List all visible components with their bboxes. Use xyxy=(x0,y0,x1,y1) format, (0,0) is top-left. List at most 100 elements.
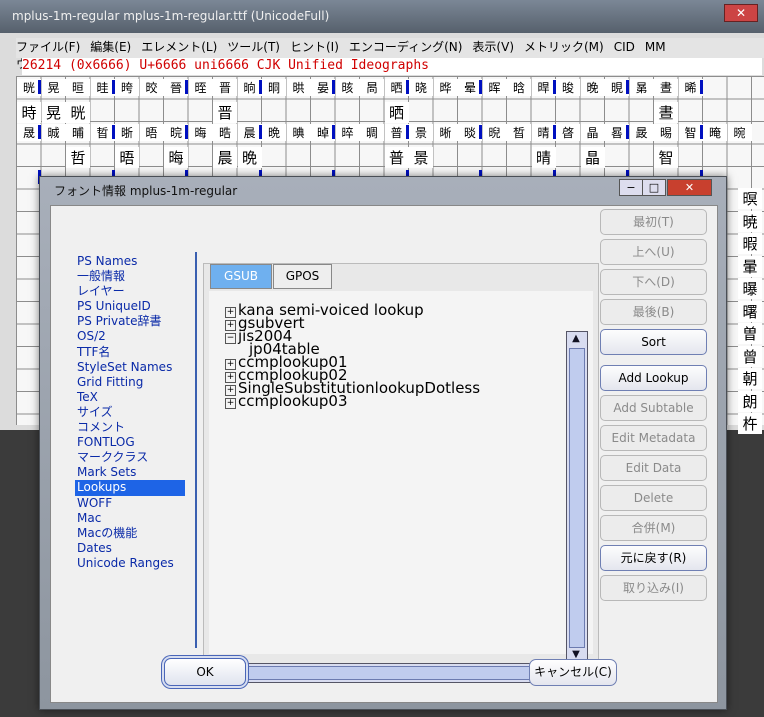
glyph-label: 晣 xyxy=(115,124,139,141)
tab-gsub[interactable]: GSUB xyxy=(210,264,272,289)
glyph-cell[interactable]: 晴 xyxy=(531,146,556,168)
glyph-cell[interactable]: 哲 xyxy=(66,146,90,168)
close-icon[interactable]: ✕ xyxy=(667,179,712,196)
glyph-cell[interactable]: 晦 xyxy=(164,146,188,168)
menu-item[interactable]: ヒント(I) xyxy=(290,38,339,55)
glyph-cell[interactable]: 暇 xyxy=(738,233,762,254)
category-item[interactable]: Unicode Ranges xyxy=(75,556,185,571)
glyph-cell[interactable]: 朗 xyxy=(738,390,762,412)
glyph-label: 晔 xyxy=(433,79,458,96)
glyph-label: 晦 xyxy=(188,124,213,141)
main-window-titlebar[interactable]: mplus-1m-regular mplus-1m-regular.ttf (U… xyxy=(0,0,764,33)
expand-icon[interactable]: + xyxy=(225,398,236,409)
menu-item[interactable]: エンコーディング(N) xyxy=(349,38,463,55)
glyph-cell[interactable]: 曙 xyxy=(738,300,762,322)
category-item[interactable]: レイヤー xyxy=(75,284,185,299)
category-item[interactable]: PS Names xyxy=(75,254,185,269)
glyph-cell[interactable]: 曝 xyxy=(738,278,762,299)
category-item[interactable]: TeX xyxy=(75,390,185,405)
menu-item[interactable]: MM xyxy=(645,40,666,54)
glyph-cell[interactable]: 杵 xyxy=(738,413,762,434)
category-item[interactable]: TTF名 xyxy=(75,345,185,360)
tab-gpos[interactable]: GPOS xyxy=(273,264,332,289)
glyph-cell[interactable]: 晩 xyxy=(237,146,262,168)
lookup-action-button[interactable]: Delete xyxy=(600,485,707,511)
glyph-marker xyxy=(552,125,556,139)
scroll-up-icon[interactable]: ▲ xyxy=(569,333,583,345)
collapse-icon[interactable]: − xyxy=(225,333,236,344)
lookup-action-button[interactable]: Edit Data xyxy=(600,455,707,481)
menu-item[interactable]: エレメント(L) xyxy=(141,38,217,55)
category-item[interactable]: PS Private辞書 xyxy=(75,314,185,329)
glyph-cell[interactable]: 晤 xyxy=(115,146,139,168)
menu-item[interactable]: 表示(V) xyxy=(472,38,514,55)
glyph-label: 晭 xyxy=(360,124,384,141)
lookup-action-button[interactable]: 元に戻す(R) xyxy=(600,545,707,571)
glyph-cell[interactable]: 晄 xyxy=(66,101,90,123)
category-item[interactable]: 一般情報 xyxy=(75,269,185,284)
lookup-action-button[interactable]: 上へ(U) xyxy=(600,239,707,265)
lookup-action-button[interactable]: 下へ(D) xyxy=(600,269,707,295)
cancel-button[interactable]: キャンセル(C) xyxy=(529,659,617,686)
category-item[interactable]: FONTLOG xyxy=(75,435,185,450)
category-item[interactable]: WOFF xyxy=(75,496,185,511)
glyph-cell[interactable]: 暝 xyxy=(738,188,762,209)
glyph-cell[interactable]: 普 xyxy=(384,146,409,168)
category-item[interactable]: Lookups xyxy=(75,480,185,496)
category-item[interactable]: PS UniqueID xyxy=(75,299,185,314)
category-item[interactable]: Mark Sets xyxy=(75,465,185,480)
category-item[interactable]: Dates xyxy=(75,541,185,556)
glyph-cell[interactable]: 曾 xyxy=(738,345,762,367)
lookup-action-button[interactable]: Add Lookup xyxy=(600,365,707,391)
glyph-cell[interactable]: 暈 xyxy=(738,255,762,277)
scroll-thumb[interactable] xyxy=(238,666,546,680)
glyph-cell[interactable]: 暁 xyxy=(738,210,762,232)
glyph-cell[interactable]: 晨 xyxy=(213,146,237,168)
lookup-action-button[interactable]: Add Subtable xyxy=(600,395,707,421)
menu-item[interactable]: CID xyxy=(614,40,635,54)
lookup-action-button[interactable]: 最後(B) xyxy=(600,299,707,325)
glyph-label: 晇 xyxy=(115,79,139,96)
category-item[interactable]: StyleSet Names xyxy=(75,360,185,375)
glyph-cell[interactable]: 曽 xyxy=(738,323,762,344)
glyph-cell[interactable]: 晋 xyxy=(213,101,237,123)
category-item[interactable]: サイズ xyxy=(75,405,185,420)
glyph-cell[interactable]: 朝 xyxy=(738,368,762,389)
category-item[interactable]: コメント xyxy=(75,420,185,435)
vertical-scrollbar[interactable]: ▲ ▼ xyxy=(566,331,588,663)
lookup-action-button[interactable]: Edit Metadata xyxy=(600,425,707,451)
glyph-cell[interactable]: 智 xyxy=(654,146,678,168)
horizontal-scrollbar[interactable]: ◀ ▶ xyxy=(223,663,561,683)
menu-item[interactable]: ツール(T) xyxy=(227,38,280,55)
glyph-label: 晲 xyxy=(482,124,507,141)
minimize-icon[interactable]: − xyxy=(619,179,643,196)
glyph-cell[interactable]: 晝 xyxy=(654,101,678,123)
glyph-label: 晰 xyxy=(433,124,458,141)
menu-item[interactable]: ファイル(F) xyxy=(16,38,80,55)
glyph-cell[interactable]: 景 xyxy=(409,146,433,168)
menu-item[interactable]: 編集(E) xyxy=(90,38,131,55)
scroll-thumb[interactable] xyxy=(569,348,585,648)
category-item[interactable]: Macの機能 xyxy=(75,526,185,541)
category-item[interactable]: Grid Fitting xyxy=(75,375,185,390)
lookup-tree-item[interactable]: + ccmplookup03 xyxy=(225,392,348,410)
category-item[interactable]: OS/2 xyxy=(75,329,185,344)
lookup-action-button[interactable]: 最初(T) xyxy=(600,209,707,235)
lookup-tree[interactable]: ▲ ▼ ◀ ▶ +kana semi-voiced lookup+gsubver… xyxy=(209,291,593,683)
glyph-cell[interactable]: 晶 xyxy=(580,146,605,168)
ok-button[interactable]: OK xyxy=(164,658,246,686)
maximize-icon[interactable]: □ xyxy=(642,179,666,196)
category-item[interactable]: マーククラス xyxy=(75,450,185,465)
lookup-action-button[interactable]: 取り込み(I) xyxy=(600,575,707,601)
glyph-cell[interactable]: 晒 xyxy=(384,101,409,123)
lookup-action-button[interactable]: 合併(M) xyxy=(600,515,707,541)
glyph-cell[interactable]: 晃 xyxy=(41,101,66,123)
menu-item[interactable]: メトリック(M) xyxy=(524,38,604,55)
lookup-action-button[interactable]: Sort xyxy=(600,329,707,355)
glyph-marker xyxy=(699,80,703,94)
close-icon[interactable]: ✕ xyxy=(724,4,758,22)
category-item[interactable]: Mac xyxy=(75,511,185,526)
glyph-marker xyxy=(552,80,556,94)
glyph-label: 晳 xyxy=(507,124,531,141)
glyph-cell[interactable]: 時 xyxy=(17,101,41,123)
